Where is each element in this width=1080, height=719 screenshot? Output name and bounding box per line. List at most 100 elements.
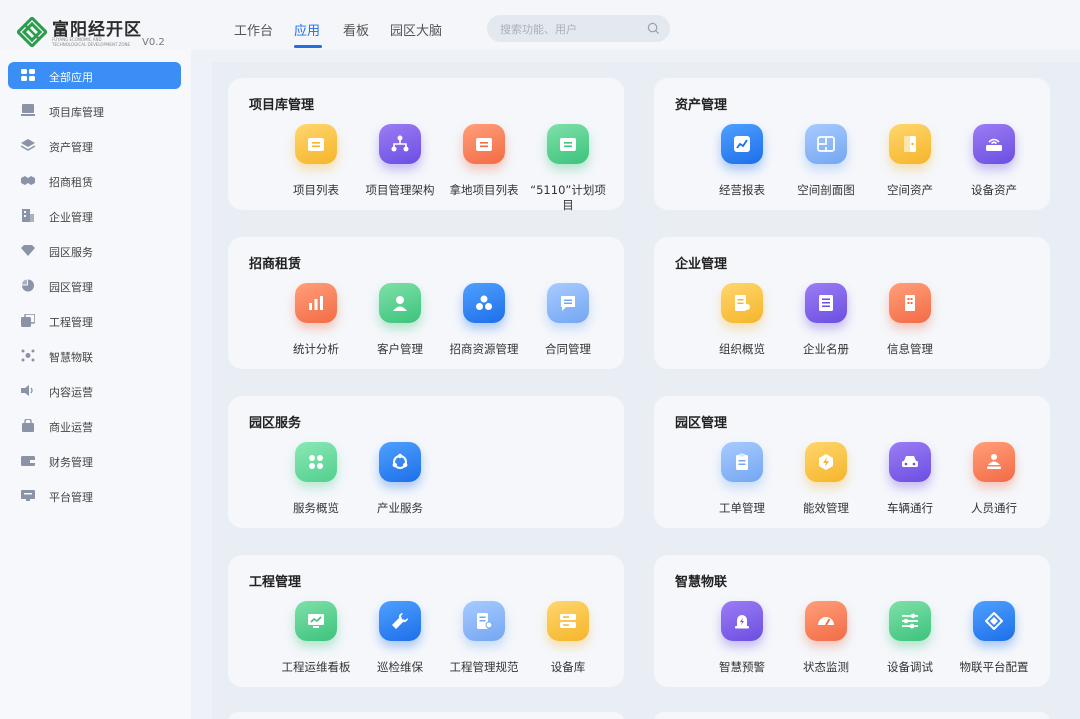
sidebar-item-label: 招商租赁	[49, 176, 93, 189]
sidebar-item-platform[interactable]: 平台管理	[8, 482, 181, 509]
store-icon	[22, 419, 34, 432]
tab-workbench[interactable]: 工作台	[234, 20, 273, 39]
sidebar-item-project-library[interactable]: 项目库管理	[8, 97, 181, 124]
app-label: 项目管理架构	[365, 183, 435, 197]
search-input[interactable]: 搜索功能、用户	[487, 15, 670, 42]
search-icon[interactable]	[647, 22, 660, 35]
app-customer-management[interactable]: 客户管理	[358, 283, 442, 373]
app-enterprise-roster[interactable]: 企业名册	[784, 283, 868, 373]
app-smart-alert[interactable]: 智慧预警	[700, 601, 784, 691]
app-label: 工程运维看板	[281, 660, 351, 674]
top-header: 富阳经开区 FUYANG ECONOMIC AND TECHNOLOGICAL …	[0, 0, 1080, 50]
app-info-management[interactable]: 信息管理	[868, 283, 952, 373]
app-label: 车辆通行	[887, 501, 933, 515]
app-label: 状态监测	[803, 660, 849, 674]
platform-icon	[21, 490, 35, 501]
card-next-row-left	[228, 712, 624, 719]
app-personnel-access[interactable]: 人员通行	[952, 442, 1036, 532]
app-label: 项目列表	[293, 183, 339, 197]
app-org-overview[interactable]: 组织概览	[700, 283, 784, 373]
user-icon	[393, 296, 407, 311]
tab-park-brain[interactable]: 园区大脑	[390, 20, 442, 39]
card-engineering-management: 工程管理 工程运维看板 巡检维保 工程管理规范 设备库	[228, 555, 624, 687]
speaker-icon	[21, 385, 33, 396]
sidebar-item-label: 内容运营	[49, 386, 93, 399]
sidebar-item-business-ops[interactable]: 商业运营	[8, 412, 181, 439]
card-title: 项目库管理	[249, 98, 315, 113]
card-smart-iot: 智慧物联 智慧预警 状态监测 设备调试 物联平台配置	[654, 555, 1050, 687]
version-label: V0.2	[142, 37, 165, 48]
app-contract-management[interactable]: 合同管理	[526, 283, 610, 373]
app-device-assets[interactable]: 设备资产	[952, 124, 1036, 214]
sidebar-item-label: 财务管理	[49, 456, 93, 469]
app-label: 空间剖面图	[797, 183, 855, 197]
diamond-icon	[21, 245, 35, 256]
sidebar-item-finance[interactable]: 财务管理	[8, 447, 181, 474]
card-title: 招商租赁	[249, 257, 302, 272]
app-operation-report[interactable]: 经营报表	[700, 124, 784, 214]
contract-icon	[561, 296, 575, 311]
app-5110-plan[interactable]: “5110”计划项目	[526, 124, 610, 214]
tab-dashboard[interactable]: 看板	[343, 20, 369, 39]
app-work-order[interactable]: 工单管理	[700, 442, 784, 532]
app-space-assets[interactable]: 空间资产	[868, 124, 952, 214]
wallet-icon	[21, 456, 35, 466]
app-label: 智慧预警	[719, 660, 765, 674]
app-label: 设备调试	[887, 660, 933, 674]
gauge-icon	[818, 617, 834, 626]
tab-apps[interactable]: 应用	[294, 20, 320, 39]
person-pass-icon	[987, 454, 1001, 469]
app-label: 人员通行	[971, 501, 1017, 515]
app-label: 企业名册	[803, 342, 849, 356]
app-space-section[interactable]: 空间剖面图	[784, 124, 868, 214]
grid-icon	[21, 69, 35, 81]
app-statistics[interactable]: 统计分析	[274, 283, 358, 373]
app-device-debug[interactable]: 设备调试	[868, 601, 952, 691]
sidebar-item-enterprise[interactable]: 企业管理	[8, 202, 181, 229]
app-energy-management[interactable]: 能效管理	[784, 442, 868, 532]
sidebar-item-all-apps[interactable]: 全部应用	[8, 62, 181, 89]
sidebar-item-assets[interactable]: 资产管理	[8, 132, 181, 159]
card-title: 园区服务	[249, 416, 302, 431]
app-project-list[interactable]: 项目列表	[274, 124, 358, 214]
monitor-chart-icon	[308, 614, 324, 628]
iot-icon	[985, 612, 1003, 630]
sidebar-item-label: 平台管理	[49, 491, 93, 504]
app-label: 服务概览	[293, 501, 339, 515]
sidebar-item-leasing[interactable]: 招商租赁	[8, 167, 181, 194]
resources-icon	[476, 295, 492, 310]
folder-icon	[308, 138, 324, 151]
app-vehicle-access[interactable]: 车辆通行	[868, 442, 952, 532]
app-engineering-standards[interactable]: 工程管理规范	[442, 601, 526, 691]
app-label: “5110”计划项目	[530, 183, 606, 212]
app-service-overview[interactable]: 服务概览	[274, 442, 358, 532]
sidebar-item-smart-iot[interactable]: 智慧物联	[8, 342, 181, 369]
app-iot-platform-config[interactable]: 物联平台配置	[952, 601, 1036, 691]
sidebar-item-content-ops[interactable]: 内容运营	[8, 377, 181, 404]
search-placeholder: 搜索功能、用户	[500, 23, 577, 36]
app-engineering-dashboard[interactable]: 工程运维看板	[274, 601, 358, 691]
sidebar-item-label: 园区服务	[49, 246, 93, 259]
trend-chart-icon	[734, 136, 750, 152]
sidebar-item-park-management[interactable]: 园区管理	[8, 272, 181, 299]
grid-icon	[309, 455, 323, 469]
alarm-icon	[735, 615, 749, 629]
card-title: 资产管理	[675, 98, 728, 113]
app-equipment-library[interactable]: 设备库	[526, 601, 610, 691]
card-park-service: 园区服务 服务概览 产业服务	[228, 396, 624, 528]
app-inspection-maintenance[interactable]: 巡检维保	[358, 601, 442, 691]
app-label: 工程管理规范	[449, 660, 519, 674]
card-project-library: 项目库管理 项目列表 项目管理架构 拿地项目列表 “5110”计划项目	[228, 78, 624, 212]
sidebar-item-engineering[interactable]: 工程管理	[8, 307, 181, 334]
app-investment-resources[interactable]: 招商资源管理	[442, 283, 526, 373]
app-land-project-list[interactable]: 拿地项目列表	[442, 124, 526, 214]
building-icon	[905, 295, 915, 311]
storage-icon	[560, 614, 576, 628]
sidebar-item-park-service[interactable]: 园区服务	[8, 237, 181, 264]
app-label: 信息管理	[887, 342, 933, 356]
app-industry-service[interactable]: 产业服务	[358, 442, 442, 532]
app-project-structure[interactable]: 项目管理架构	[358, 124, 442, 214]
handshake-icon	[21, 176, 35, 185]
folder-icon	[476, 138, 492, 151]
app-status-monitor[interactable]: 状态监测	[784, 601, 868, 691]
